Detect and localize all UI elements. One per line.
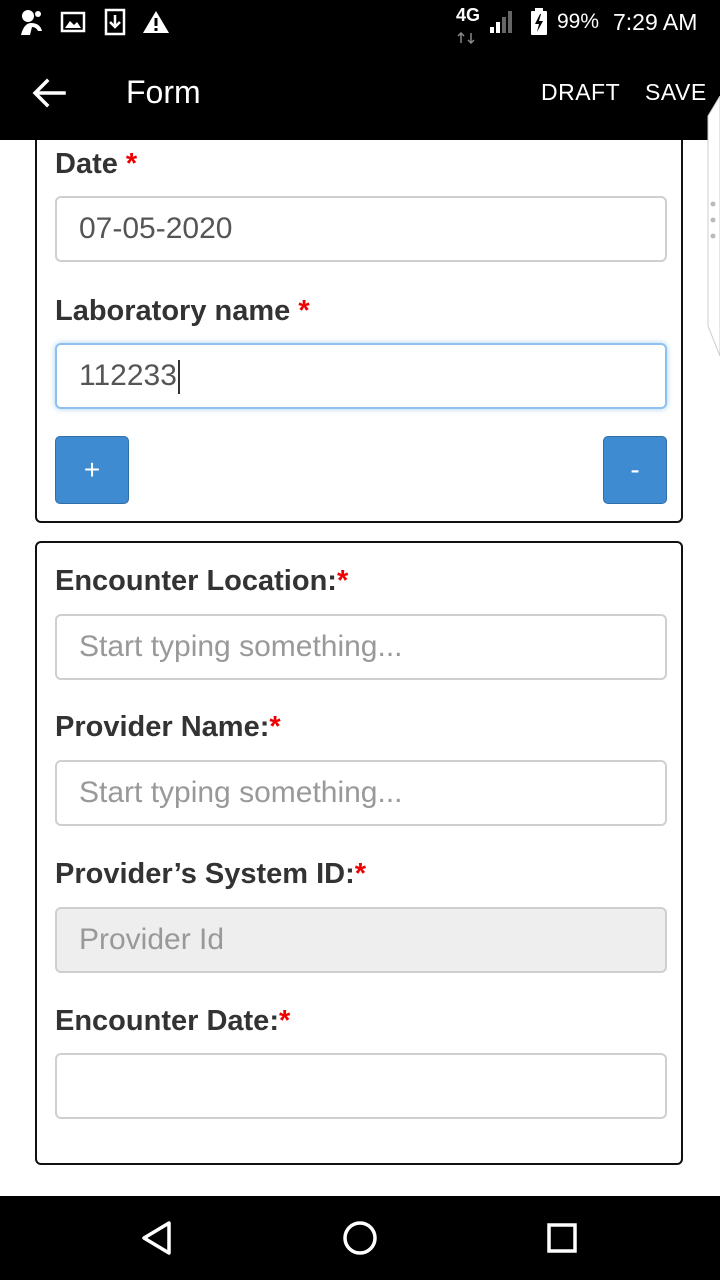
form-content[interactable]: Date * 07-05-2020 Laboratory name * 1122… [0,140,720,1196]
side-drawer-handle[interactable] [704,95,720,357]
app-notification-icon [16,8,46,36]
encounter-location-input[interactable]: Start typing something... [55,614,667,680]
provider-system-id-input: Provider Id [55,907,667,973]
laboratory-name-label-text: Laboratory name [55,295,291,327]
provider-name-placeholder: Start typing something... [79,776,403,809]
app-bar: Form DRAFT SAVE [0,44,720,140]
battery-charging-icon [530,8,548,36]
laboratory-name-input[interactable]: 112233 [55,343,667,409]
nav-recents-button[interactable] [532,1208,592,1268]
provider-system-id-label-text: Provider’s System ID: [55,858,355,890]
date-label: Date * [55,148,137,181]
laboratory-name-label: Laboratory name * [55,295,310,328]
status-bar: 4G 99% 7:29 AM [0,0,720,44]
encounter-date-input[interactable] [55,1053,667,1119]
required-marker: * [354,858,367,890]
date-label-text: Date [55,148,118,180]
page-title: Form [126,74,201,110]
back-triangle-icon [142,1221,171,1255]
encounter-location-label: Encounter Location:* [55,565,348,598]
date-input[interactable]: 07-05-2020 [55,196,667,262]
clock: 7:29 AM [613,9,698,35]
image-icon [60,8,86,36]
nav-back-button[interactable] [127,1208,187,1268]
required-marker: * [278,1005,291,1037]
home-circle-icon [343,1221,377,1255]
encounter-location-placeholder: Start typing something... [79,630,403,663]
recents-square-icon [547,1223,577,1253]
signal-icon [488,8,516,36]
nav-home-button[interactable] [330,1208,390,1268]
save-button[interactable]: SAVE [645,44,707,140]
system-nav-bar [0,1196,720,1280]
remove-laboratory-button[interactable]: - [603,436,667,504]
text-cursor [177,360,180,395]
encounter-card: Encounter Location:* Start typing someth… [35,541,683,1165]
laboratory-card: Date * 07-05-2020 Laboratory name * 1122… [35,140,683,523]
draft-button[interactable]: DRAFT [541,44,620,140]
encounter-date-label-text: Encounter Date: [55,1005,279,1037]
provider-name-label-text: Provider Name: [55,711,270,743]
encounter-date-label: Encounter Date:* [55,1005,290,1038]
encounter-location-label-text: Encounter Location: [55,565,337,597]
provider-name-input[interactable]: Start typing something... [55,760,667,826]
back-button[interactable] [24,68,74,118]
provider-name-label: Provider Name:* [55,711,281,744]
required-marker: * [269,711,281,743]
download-icon [104,8,126,36]
provider-system-id-label: Provider’s System ID:* [55,858,366,891]
provider-system-id-placeholder: Provider Id [79,923,225,956]
battery-percent: 99% [557,10,600,33]
warning-icon [142,8,170,36]
required-marker: * [298,295,310,327]
arrow-left-icon [32,78,66,108]
required-marker: * [125,148,138,180]
date-value: 07-05-2020 [79,212,233,245]
required-marker: * [336,565,349,597]
add-laboratory-button[interactable]: + [55,436,129,504]
laboratory-name-value: 112233 [79,359,177,392]
